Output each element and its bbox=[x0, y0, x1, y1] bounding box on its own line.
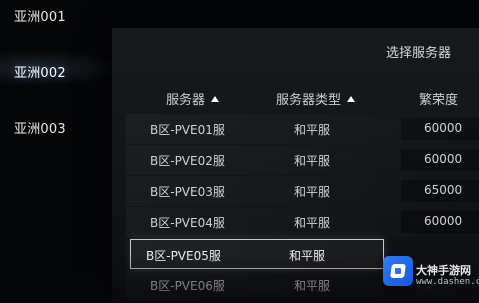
server-load: 60000 bbox=[424, 214, 463, 228]
server-type: 和平服 bbox=[289, 249, 326, 263]
server-row[interactable]: B区-PVE03服 和平服 65000 bbox=[126, 176, 479, 206]
region-item-asia-002[interactable]: 亚洲002 bbox=[14, 62, 66, 81]
watermark-url: www.dashen.com bbox=[416, 277, 479, 287]
server-type: 和平服 bbox=[294, 154, 331, 168]
header-server-load-label: 繁荣度 bbox=[419, 93, 459, 108]
server-type: 和平服 bbox=[294, 216, 331, 230]
server-row[interactable]: B区-PVE04服 和平服 60000 bbox=[126, 207, 479, 237]
region-list: 亚洲001 亚洲002 亚洲003 bbox=[0, 0, 130, 303]
watermark-site-name: 大神手游网 bbox=[416, 264, 471, 277]
watermark-logo-icon bbox=[383, 256, 413, 286]
server-name: B区-PVE03服 bbox=[150, 185, 225, 199]
region-item-asia-001[interactable]: 亚洲001 bbox=[14, 6, 66, 25]
sort-up-icon bbox=[211, 95, 220, 102]
server-load: 60000 bbox=[424, 121, 463, 135]
header-server-name-label: 服务器 bbox=[166, 93, 206, 108]
header-server-name[interactable]: 服务器 bbox=[166, 89, 220, 108]
watermark-logo-cut bbox=[395, 268, 401, 274]
header-server-load[interactable]: 繁荣度 bbox=[419, 89, 458, 108]
server-type: 和平服 bbox=[294, 185, 331, 199]
server-name: B区-PVE04服 bbox=[150, 216, 225, 230]
sort-up-icon bbox=[347, 95, 356, 102]
server-load: 65000 bbox=[424, 183, 463, 197]
server-load: 60000 bbox=[424, 152, 463, 166]
server-name: B区-PVE05服 bbox=[146, 249, 221, 263]
server-name: B区-PVE02服 bbox=[150, 154, 225, 168]
region-item-asia-003[interactable]: 亚洲003 bbox=[14, 118, 66, 137]
server-name: B区-PVE06服 bbox=[150, 279, 225, 293]
panel-title: 选择服务器 bbox=[385, 46, 451, 61]
server-type: 和平服 bbox=[294, 123, 331, 137]
server-name: B区-PVE01服 bbox=[150, 123, 225, 137]
header-server-type[interactable]: 服务器类型 bbox=[276, 89, 356, 108]
server-row[interactable]: B区-PVE02服 和平服 60000 bbox=[126, 145, 479, 175]
server-row[interactable]: B区-PVE01服 和平服 60000 bbox=[126, 114, 479, 144]
header-server-type-label: 服务器类型 bbox=[276, 93, 342, 108]
server-type: 和平服 bbox=[294, 279, 331, 293]
server-row-selected[interactable]: B区-PVE05服 和平服 bbox=[130, 239, 384, 269]
